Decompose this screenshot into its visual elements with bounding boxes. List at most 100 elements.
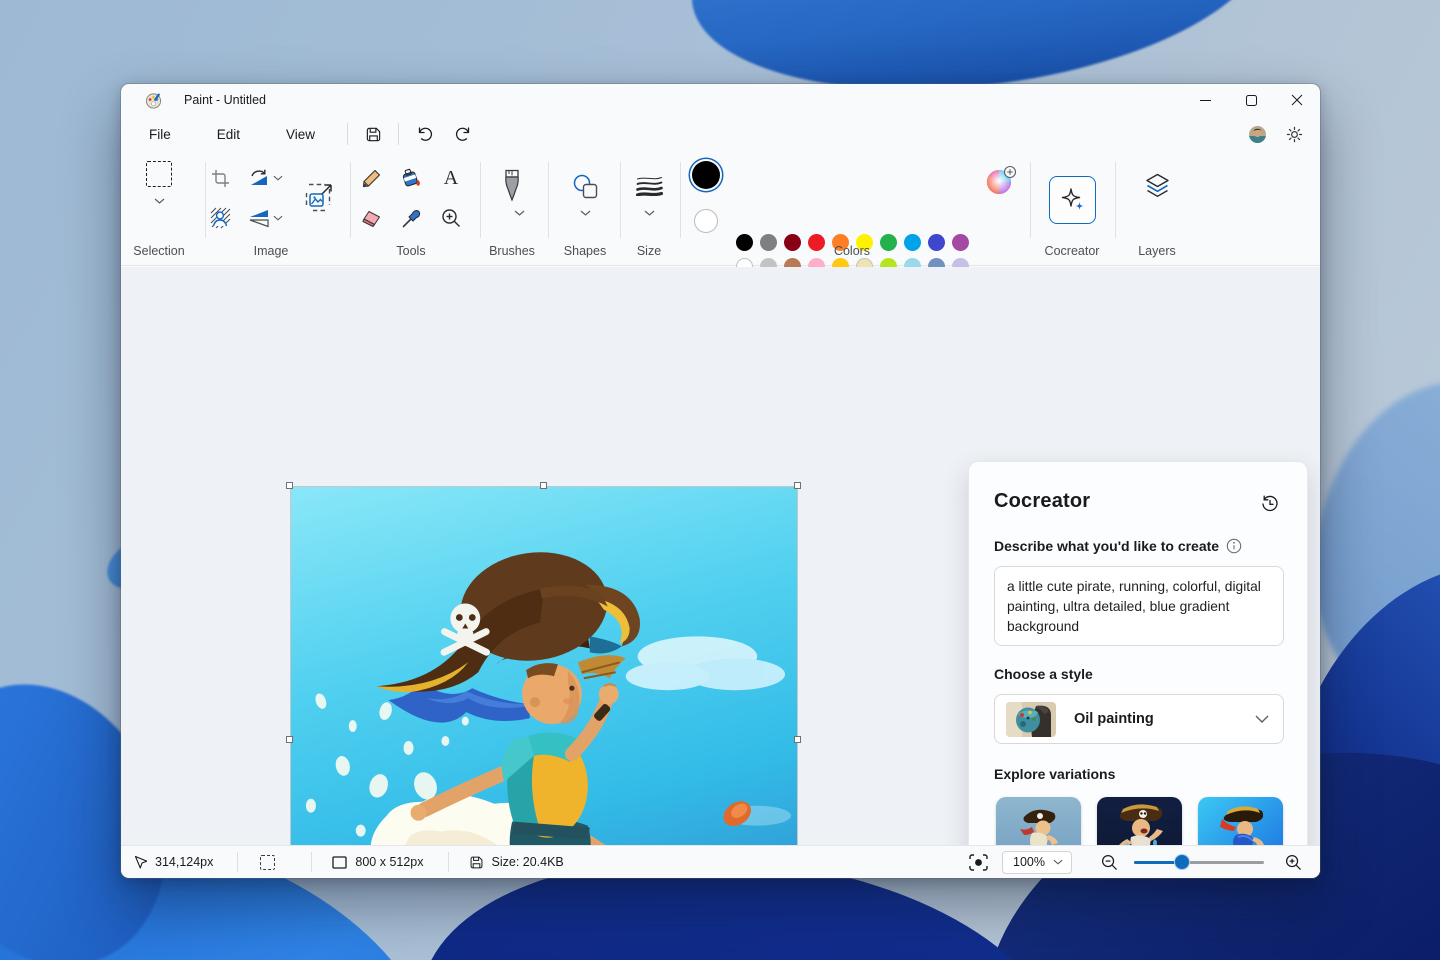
maximize-button[interactable] — [1228, 84, 1274, 116]
prompt-input[interactable]: a little cute pirate, running, colorful,… — [994, 566, 1284, 646]
crop-button[interactable] — [206, 164, 234, 192]
fit-to-screen-button[interactable] — [964, 848, 992, 876]
color-swatch[interactable] — [784, 234, 801, 251]
eraser-icon — [361, 208, 382, 228]
size-button[interactable] — [633, 172, 665, 198]
close-button[interactable] — [1274, 84, 1320, 116]
color-swatch[interactable] — [904, 234, 921, 251]
selection-tool-button[interactable] — [141, 156, 177, 192]
zoom-slider[interactable] — [1134, 854, 1264, 870]
color-swatch[interactable] — [808, 234, 825, 251]
cocreator-panel: Cocreator Describe what you'd like to cr… — [968, 461, 1308, 878]
chevron-down-icon — [273, 175, 283, 181]
avatar-photo — [1249, 126, 1266, 143]
color-swatch[interactable] — [760, 234, 777, 251]
close-icon — [1291, 94, 1303, 106]
magnifier-tool-button[interactable] — [437, 204, 465, 232]
selection-handle-top-left[interactable] — [286, 482, 293, 489]
layers-icon — [1143, 172, 1172, 201]
generated-pirate-image[interactable] — [290, 486, 798, 878]
chevron-down-icon — [644, 210, 655, 216]
brushes-dropdown-button[interactable] — [506, 206, 532, 220]
style-dropdown[interactable]: Oil painting — [994, 694, 1284, 744]
settings-button[interactable] — [1282, 120, 1306, 148]
pencil-tool-button[interactable] — [357, 164, 385, 192]
redo-button[interactable] — [447, 120, 481, 148]
selection-marquee-icon — [146, 161, 172, 187]
history-button[interactable] — [1259, 494, 1281, 516]
color-swatch[interactable] — [928, 234, 945, 251]
selection-handle-mid-right[interactable] — [794, 736, 801, 743]
foreground-color-swatch[interactable] — [692, 161, 720, 189]
shapes-button[interactable] — [569, 170, 601, 202]
cocreator-panel-title: Cocreator — [994, 490, 1090, 513]
save-button[interactable] — [356, 120, 390, 148]
fit-to-screen-icon — [969, 854, 988, 871]
color-swatch[interactable] — [880, 234, 897, 251]
color-picker-tool-button[interactable] — [397, 204, 425, 232]
selection-size-icon — [260, 855, 275, 870]
line-size-icon — [636, 175, 663, 196]
title-bar[interactable]: Paint - Untitled — [121, 84, 1320, 116]
size-dropdown-button[interactable] — [636, 206, 662, 220]
zoom-slider-thumb[interactable] — [1174, 854, 1190, 870]
magnifier-icon — [441, 208, 461, 228]
color-swatch[interactable] — [736, 234, 753, 251]
flip-button[interactable] — [244, 204, 286, 232]
cursor-position-value: 314,124px — [155, 855, 213, 869]
fill-tool-button[interactable] — [397, 164, 425, 192]
selection-handle-mid-left[interactable] — [286, 736, 293, 743]
undo-icon — [415, 125, 433, 143]
resize-image-icon — [305, 183, 334, 212]
gear-icon — [1286, 126, 1303, 143]
window-title: Paint - Untitled — [184, 93, 266, 107]
redo-icon — [455, 125, 473, 143]
divider — [1030, 162, 1031, 238]
selection-handle-top-center[interactable] — [540, 482, 547, 489]
chevron-down-icon — [154, 198, 165, 204]
menu-file[interactable]: File — [133, 121, 187, 148]
zoom-out-button[interactable] — [1096, 848, 1122, 876]
layers-button[interactable] — [1139, 168, 1175, 204]
cocreator-button[interactable] — [1049, 176, 1096, 224]
rotate-button[interactable] — [244, 164, 286, 192]
selection-handle-top-right[interactable] — [794, 482, 801, 489]
cursor-position-indicator: 314,124px — [134, 855, 213, 870]
oil-painting-thumbnail — [1006, 702, 1056, 737]
zoom-level-dropdown[interactable]: 100% — [1002, 851, 1072, 874]
describe-label: Describe what you'd like to create — [994, 538, 1219, 554]
zoom-in-button[interactable] — [1280, 848, 1306, 876]
brushes-button[interactable] — [497, 166, 527, 204]
canvas-area[interactable]: Cocreator Describe what you'd like to cr… — [121, 267, 1320, 845]
maximize-icon — [1246, 95, 1257, 106]
style-selected-value: Oil painting — [1074, 711, 1154, 727]
undo-button[interactable] — [407, 120, 441, 148]
group-label-shapes: Shapes — [564, 244, 606, 258]
minimize-button[interactable] — [1182, 84, 1228, 116]
chevron-down-icon — [514, 210, 525, 216]
minimize-icon — [1200, 95, 1211, 106]
file-size-indicator: Size: 20.4KB — [469, 855, 564, 870]
cocreator-sparkle-icon — [1058, 185, 1088, 215]
shapes-dropdown-button[interactable] — [572, 206, 598, 220]
group-label-size: Size — [637, 244, 661, 258]
user-avatar[interactable] — [1249, 126, 1266, 143]
group-label-image: Image — [254, 244, 289, 258]
file-size-icon — [469, 855, 484, 870]
edit-colors-button[interactable] — [984, 164, 1018, 198]
background-color-swatch[interactable] — [694, 209, 718, 233]
remove-background-button[interactable] — [206, 204, 234, 232]
remove-background-icon — [209, 207, 231, 229]
menu-edit[interactable]: Edit — [201, 121, 256, 148]
chevron-down-icon — [580, 210, 591, 216]
text-tool-button[interactable]: A — [437, 164, 465, 192]
resize-image-button[interactable] — [301, 179, 337, 215]
menu-view[interactable]: View — [270, 121, 331, 148]
eraser-tool-button[interactable] — [357, 204, 385, 232]
info-icon[interactable] — [1226, 538, 1242, 554]
brush-icon — [502, 169, 522, 202]
group-label-selection: Selection — [133, 244, 184, 258]
divider — [347, 123, 348, 145]
color-swatch[interactable] — [952, 234, 969, 251]
selection-dropdown-button[interactable] — [146, 194, 172, 208]
